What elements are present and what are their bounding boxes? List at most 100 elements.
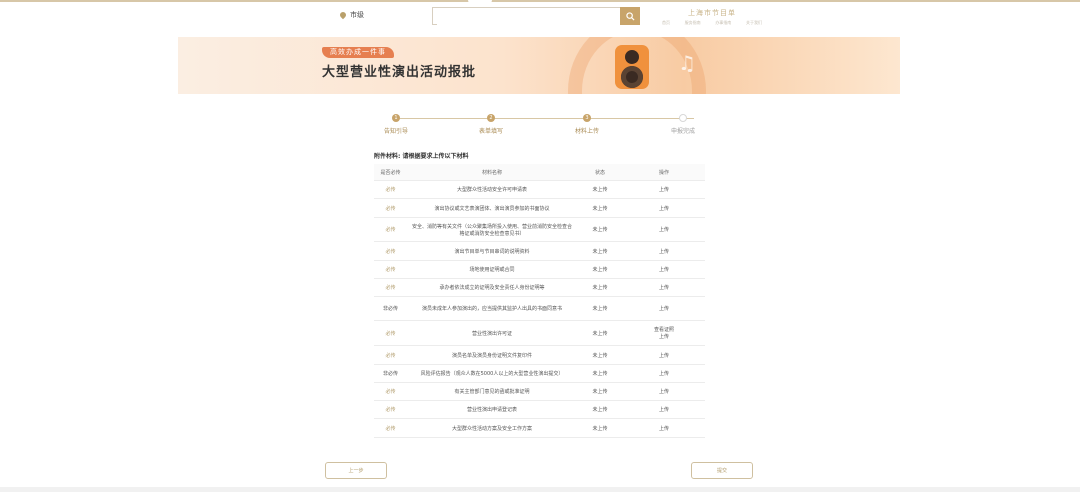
action-cell[interactable]: 上传 [623,180,705,199]
material-name-cell: 有关主管部门意见的函或批准证明 [407,382,577,401]
material-name-cell: 大型群众性活动方案及安全工作方案 [407,418,577,438]
bottom-bar [0,487,1080,492]
required-cell: 非必传 [374,296,407,321]
status-cell: 未上传 [577,320,623,346]
material-name-cell: 大型群众性活动安全许可申请表 [407,180,577,199]
step-4: 4 申报完成 [653,113,713,135]
status-cell: 未上传 [577,217,623,242]
material-name-cell: 演出协议或文艺表演团体、演出演员参加的书面协议 [407,198,577,218]
status-cell: 未上传 [577,296,623,321]
step-label: 告知引导 [383,128,408,135]
table-row: 必传 大型群众性活动方案及安全工作方案 未上传 上传 [374,418,705,438]
status-cell: 未上传 [577,364,623,383]
status-cell: 未上传 [577,198,623,218]
action-cell[interactable]: 上传 [623,296,705,321]
table-row: 必传 营业性演出许可证 未上传 查看证照 上传 [374,320,705,346]
material-name-cell: 承办者依法成立的证明及安全责任人身份证明等 [407,278,577,297]
required-cell: 必传 [374,400,407,419]
status-cell: 未上传 [577,241,623,261]
material-name-cell: 演员名单及演员身份证明文件复印件 [407,345,577,365]
banner-badge: 高效办成一件事 [322,47,394,58]
portal-title: 上海市节目单 [688,9,736,17]
status-cell: 未上传 [577,260,623,279]
action-cell[interactable]: 上传 [623,364,705,383]
page-title: 大型营业性演出活动报批 [322,65,477,80]
column-header: 材料名称 [407,164,577,181]
required-cell: 必传 [374,198,407,218]
step-2: 2 表单填写 [461,113,521,135]
progress-steps: 1 告知引导 2 表单填写 3 材料上传 4 申报完成 [380,113,710,137]
required-cell: 必传 [374,418,407,438]
search-input[interactable] [437,14,621,30]
step-label: 材料上传 [574,128,599,135]
action-cell[interactable]: 上传 [623,345,705,365]
speaker-illustration [615,45,649,89]
action-cell[interactable]: 上传 [623,382,705,401]
upload-instructions: 附件材料: 请根据要求上传以下材料 [374,153,469,160]
step-dot: 1 [392,114,400,122]
material-name-cell: 演出节目单与节目串词的说明资料 [407,241,577,261]
banner: 高效办成一件事 大型营业性演出活动报批 ♫ [178,37,900,94]
action-cell[interactable]: 上传 [623,418,705,438]
search-bar[interactable] [432,7,640,30]
column-header: 是否必传 [374,164,407,181]
submit-button[interactable]: 提交 [691,462,753,479]
location-selector[interactable]: 市级 [338,10,364,20]
portal-link[interactable]: 服务指南 [685,20,701,26]
search-button[interactable] [620,7,640,25]
action-cell[interactable]: 上传 [623,278,705,297]
portal-link[interactable]: 办事指南 [715,20,731,26]
table-row: 必传 演员名单及演员身份证明文件复印件 未上传 上传 [374,345,705,365]
step-dot: 3 [583,114,591,122]
portal-logo[interactable]: 上海市节目单 首页 服务指南 办事指南 关于我们 [662,8,762,26]
material-name-cell: 演员未成年人参加演出的，应当提供其监护人出具的书面同意书 [407,296,577,321]
material-name-cell: 安全、消防等有关文件（公众聚集场所投入使用、营业前消防安全检查合格证或消防安全检… [407,217,577,242]
action-cell[interactable]: 查看证照 上传 [623,320,705,346]
table-row: 必传 演出协议或文艺表演团体、演出演员参加的书面协议 未上传 上传 [374,198,705,218]
search-icon [625,11,635,21]
material-name-cell: 营业性演出申请登记表 [407,400,577,419]
music-note-icon: ♫ [678,51,696,75]
column-header: 状态 [577,164,623,181]
action-cell[interactable]: 上传 [623,400,705,419]
table-row: 必传 演出节目单与节目串词的说明资料 未上传 上传 [374,241,705,261]
material-name-cell: 营业性演出许可证 [407,320,577,346]
status-cell: 未上传 [577,400,623,419]
required-cell: 必传 [374,345,407,365]
materials-table: 是否必传 材料名称 状态 操作 必传 大型群众性活动安全许可申请表 未上传 上传 必传演… [374,164,705,438]
table-row: 必传 大型群众性活动安全许可申请表 未上传 上传 [374,180,705,199]
progress-line [396,118,694,119]
required-cell: 必传 [374,278,407,297]
action-cell[interactable]: 上传 [623,260,705,279]
table-row: 非必传 风险评估报告（观众人数在5000人以上的大型营业性演出提交） 未上传 上传 [374,364,705,383]
material-name-cell: 风险评估报告（观众人数在5000人以上的大型营业性演出提交） [407,364,577,383]
table-row: 非必传 演员未成年人参加演出的，应当提供其监护人出具的书面同意书 未上传 上传 [374,296,705,321]
action-cell[interactable]: 上传 [623,217,705,242]
action-cell[interactable]: 上传 [623,241,705,261]
required-cell: 必传 [374,260,407,279]
location-label: 市级 [350,11,364,19]
status-cell: 未上传 [577,345,623,365]
required-cell: 必传 [374,217,407,242]
top-border [0,0,1080,2]
column-header: 操作 [623,164,705,181]
status-cell: 未上传 [577,278,623,297]
portal-link[interactable]: 关于我们 [746,20,762,26]
step-dot: 4 [679,114,687,122]
step-1: 1 告知引导 [366,113,426,135]
required-cell: 必传 [374,180,407,199]
action-cell[interactable]: 上传 [623,198,705,218]
table-row: 必传 有关主管部门意见的函或批准证明 未上传 上传 [374,382,705,401]
step-3: 3 材料上传 [557,113,617,135]
portal-link[interactable]: 首页 [662,20,670,26]
table-row: 必传 营业性演出申请登记表 未上传 上传 [374,400,705,419]
step-dot: 2 [487,114,495,122]
table-row: 必传 场地使用证明或合同 未上传 上传 [374,260,705,279]
required-cell: 非必传 [374,364,407,383]
top-notch [468,0,492,4]
status-cell: 未上传 [577,382,623,401]
material-name-cell: 场地使用证明或合同 [407,260,577,279]
location-pin-icon [338,10,348,20]
prev-step-button[interactable]: 上一步 [325,462,387,479]
table-row: 必传 安全、消防等有关文件（公众聚集场所投入使用、营业前消防安全检查合格证或消防安… [374,217,705,242]
